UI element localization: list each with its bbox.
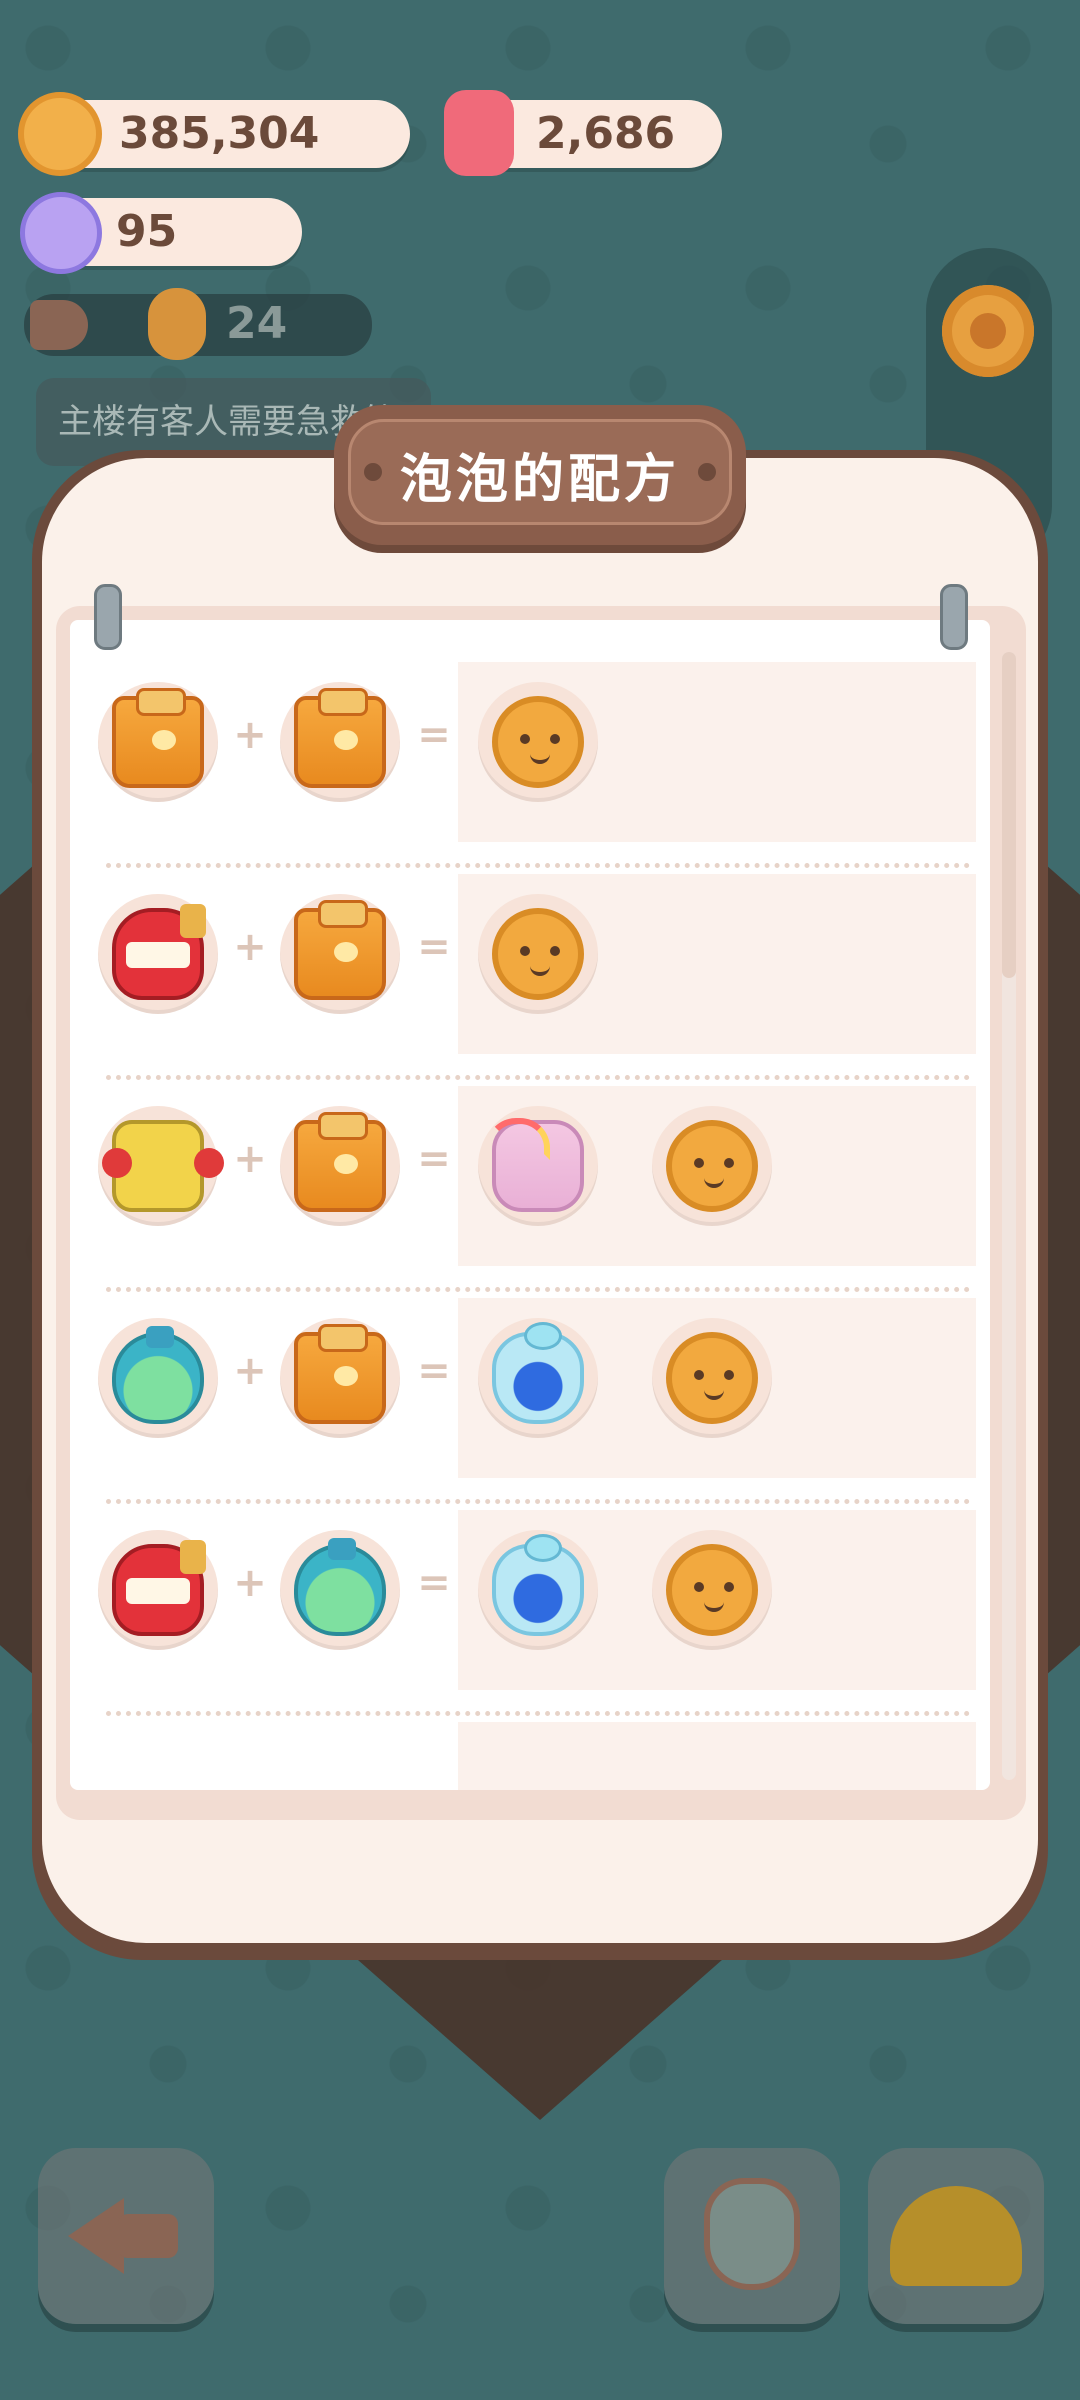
gear-icon[interactable] (942, 285, 1034, 377)
megaphone-icon (30, 300, 88, 350)
ingredient-slot-a[interactable] (98, 1530, 218, 1650)
helmet-button[interactable] (868, 2148, 1044, 2324)
teeth-icon (112, 904, 206, 1000)
bag-icon (294, 688, 386, 788)
bottle-icon (486, 1118, 584, 1212)
result-slot[interactable] (478, 1106, 598, 1226)
recipe-result-area (458, 1722, 976, 1790)
visitor-count: 24 (226, 298, 288, 349)
recipe-row: + = (70, 1286, 990, 1504)
potion-icon (112, 1326, 204, 1424)
gem-value: 2,686 (536, 108, 676, 159)
boxer-icon (102, 1120, 204, 1212)
plus-sign: + (233, 924, 267, 970)
ingredient-slot-a[interactable] (98, 1106, 218, 1226)
cookie-icon (492, 908, 584, 1000)
modal-title-plate: 泡泡的配方 (334, 405, 746, 545)
bag-icon (112, 688, 204, 788)
recipe-list[interactable]: + = + = + = + = + = (70, 620, 990, 1790)
result-slot[interactable] (478, 1530, 598, 1650)
cookie-coin-icon (18, 92, 102, 176)
recipe-row: + = (70, 650, 990, 868)
visitor-icon (148, 288, 206, 360)
recipe-paper-frame: + = + = + = + = + = (56, 606, 1026, 1820)
result-slot[interactable] (652, 1318, 772, 1438)
recipe-row: + = (70, 1498, 990, 1716)
back-button[interactable] (38, 2148, 214, 2324)
paper-clip-left (94, 584, 122, 650)
ingredient-slot-b[interactable] (280, 894, 400, 1014)
pouch-icon (492, 1322, 584, 1424)
teeth-icon (112, 1540, 206, 1636)
potion-bottle-icon (704, 2178, 800, 2290)
visitor-bar[interactable]: 24 (24, 288, 372, 360)
result-slot[interactable] (478, 682, 598, 802)
scrollbar-thumb[interactable] (1002, 652, 1016, 978)
equals-sign: = (417, 712, 451, 758)
paper-clip-right (940, 584, 968, 650)
ingredient-slot-b[interactable] (280, 682, 400, 802)
plus-sign: + (233, 1560, 267, 1606)
plus-sign: + (233, 1136, 267, 1182)
result-slot[interactable] (652, 1106, 772, 1226)
gem-icon (444, 90, 514, 176)
recipe-row: + = (70, 862, 990, 1080)
ingredient-slot-a[interactable] (98, 894, 218, 1014)
potion-icon (294, 1538, 386, 1636)
candy-icon (20, 192, 102, 274)
recipe-row: + = (70, 1074, 990, 1292)
recipe-scrollbar[interactable] (1002, 652, 1016, 1780)
pouch-icon (492, 1534, 584, 1636)
potion-button[interactable] (664, 2148, 840, 2324)
coin-value: 385,304 (119, 108, 320, 159)
bag-icon (294, 1324, 386, 1424)
result-slot[interactable] (652, 1530, 772, 1650)
helmet-icon (890, 2186, 1022, 2286)
bag-icon (294, 900, 386, 1000)
plus-sign: + (233, 1348, 267, 1394)
ingredient-slot-b[interactable] (280, 1106, 400, 1226)
cookie-icon (666, 1332, 758, 1424)
cookie-icon (666, 1120, 758, 1212)
ingredient-slot-b[interactable] (280, 1318, 400, 1438)
cookie-icon (666, 1544, 758, 1636)
recipe-row-partial (70, 1710, 990, 1790)
result-slot[interactable] (478, 894, 598, 1014)
bag-icon (294, 1112, 386, 1212)
ingredient-slot-a[interactable] (98, 682, 218, 802)
ingredient-slot-a[interactable] (98, 1318, 218, 1438)
equals-sign: = (417, 1136, 451, 1182)
result-slot[interactable] (478, 1318, 598, 1438)
equals-sign: = (417, 1348, 451, 1394)
equals-sign: = (417, 924, 451, 970)
modal-title: 泡泡的配方 (399, 450, 680, 510)
cookie-icon (492, 696, 584, 788)
back-arrow-icon (68, 2198, 178, 2274)
ingredient-slot-b[interactable] (280, 1530, 400, 1650)
plus-sign: + (233, 712, 267, 758)
equals-sign: = (417, 1560, 451, 1606)
candy-value: 95 (116, 206, 178, 257)
